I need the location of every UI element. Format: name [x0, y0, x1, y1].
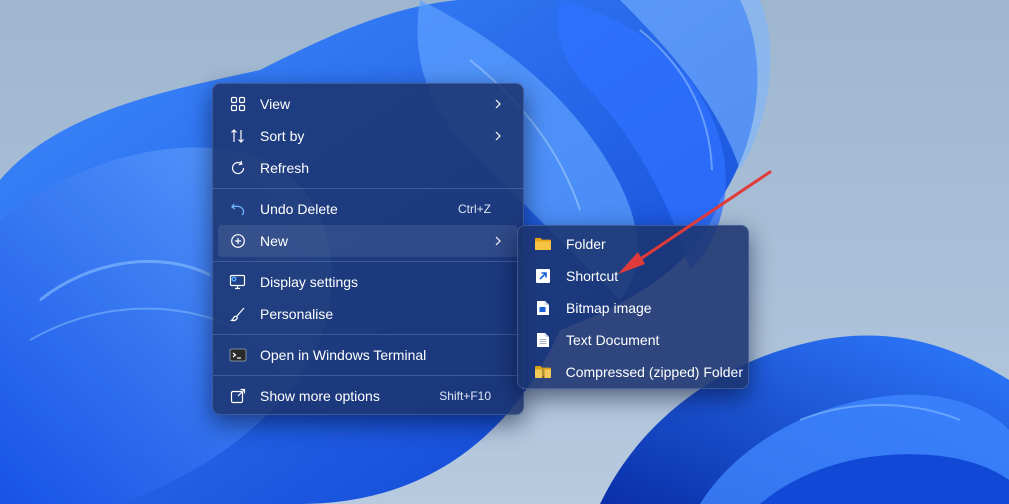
menu-item-refresh[interactable]: Refresh — [218, 152, 518, 184]
menu-separator — [213, 334, 523, 335]
menu-item-new[interactable]: New — [218, 225, 518, 257]
submenu-item-text-document[interactable]: Text Document — [523, 324, 743, 356]
desktop-context-menu: View Sort by Refresh Undo Delete Ctrl+Z … — [212, 83, 524, 415]
menu-item-label: View — [260, 96, 291, 112]
menu-item-personalise[interactable]: Personalise — [218, 298, 518, 330]
folder-icon — [533, 234, 553, 254]
menu-item-label: New — [260, 233, 289, 249]
submenu-item-folder[interactable]: Folder — [523, 228, 743, 260]
menu-separator — [213, 261, 523, 262]
menu-item-label: Display settings — [260, 274, 359, 290]
share-icon — [228, 386, 248, 406]
menu-item-undo-delete[interactable]: Undo Delete Ctrl+Z — [218, 193, 518, 225]
menu-item-sort-by[interactable]: Sort by — [218, 120, 518, 152]
display-settings-icon — [228, 272, 248, 292]
menu-item-label: Sort by — [260, 128, 305, 144]
shortcut-icon — [533, 266, 553, 286]
desktop[interactable]: View Sort by Refresh Undo Delete Ctrl+Z … — [0, 0, 1009, 504]
keyboard-shortcut: Shift+F10 — [439, 389, 491, 403]
grid-icon — [228, 94, 248, 114]
submenu-item-label: Folder — [566, 236, 606, 252]
brush-icon — [228, 304, 248, 324]
submenu-item-bitmap-image[interactable]: Bitmap image — [523, 292, 743, 324]
menu-separator — [213, 188, 523, 189]
text-document-icon — [533, 330, 553, 350]
refresh-icon — [228, 158, 248, 178]
undo-icon — [228, 199, 248, 219]
plus-circle-icon — [228, 231, 248, 251]
submenu-item-label: Compressed (zipped) Folder — [565, 364, 743, 380]
menu-item-open-terminal[interactable]: Open in Windows Terminal — [218, 339, 518, 371]
submenu-item-shortcut[interactable]: Shortcut — [523, 260, 743, 292]
submenu-item-label: Bitmap image — [566, 300, 652, 316]
chevron-right-icon — [492, 130, 504, 142]
bitmap-icon — [533, 298, 553, 318]
submenu-item-label: Text Document — [566, 332, 660, 348]
menu-separator — [213, 375, 523, 376]
terminal-icon — [228, 345, 248, 365]
menu-item-label: Open in Windows Terminal — [260, 347, 427, 363]
submenu-item-compressed-folder[interactable]: Compressed (zipped) Folder — [523, 356, 743, 388]
menu-item-display-settings[interactable]: Display settings — [218, 266, 518, 298]
menu-item-label: Undo Delete — [260, 201, 338, 217]
menu-item-label: Show more options — [260, 388, 380, 404]
keyboard-shortcut: Ctrl+Z — [458, 202, 491, 216]
submenu-item-label: Shortcut — [566, 268, 619, 284]
new-submenu: Folder Shortcut Bitmap image Text Docume… — [517, 225, 749, 389]
menu-item-view[interactable]: View — [218, 88, 518, 120]
menu-item-show-more-options[interactable]: Show more options Shift+F10 — [218, 380, 518, 412]
menu-item-label: Refresh — [260, 160, 310, 176]
chevron-right-icon — [492, 98, 504, 110]
sort-icon — [228, 126, 248, 146]
menu-item-label: Personalise — [260, 306, 334, 322]
chevron-right-icon — [492, 235, 504, 247]
zip-folder-icon — [533, 362, 553, 382]
